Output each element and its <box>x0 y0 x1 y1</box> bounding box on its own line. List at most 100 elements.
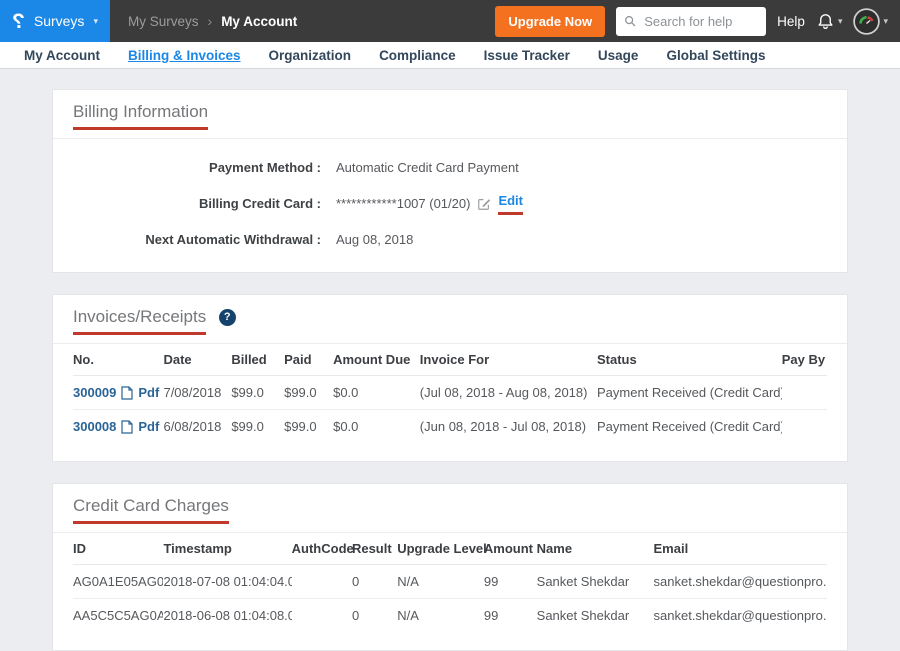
invoice-row: 300009 Pdf 7/08/2018 $99.0 $99.0 $0.0 (J… <box>73 376 827 410</box>
chevron-down-icon: ▾ <box>883 16 888 27</box>
breadcrumb-chevron-icon: › <box>208 13 213 29</box>
notifications-menu[interactable]: ▾ <box>816 12 843 31</box>
invoice-date: 7/08/2018 <box>163 376 231 410</box>
account-nav-tabs: My Account Billing & Invoices Organizati… <box>0 42 900 69</box>
charge-row: AG0A1E05AG0A 2018-07-08 01:04:04.0 0 N/A… <box>73 565 827 599</box>
breadcrumb-current: My Account <box>221 14 297 29</box>
charge-upgrade-level: N/A <box>397 599 484 633</box>
avatar <box>853 8 880 35</box>
next-withdrawal-label: Next Automatic Withdrawal : <box>73 232 321 248</box>
upgrade-now-button[interactable]: Upgrade Now <box>495 6 605 37</box>
col-date: Date <box>163 344 231 376</box>
col-paid: Paid <box>284 344 333 376</box>
invoice-billed: $99.0 <box>231 376 284 410</box>
charge-email: sanket.shekdar@questionpro.com <box>654 565 827 599</box>
col-email: Email <box>654 533 827 565</box>
tab-my-account[interactable]: My Account <box>10 48 114 63</box>
charge-amount: 99 <box>484 599 537 633</box>
credit-card-charges-card: Credit Card Charges ID Timestamp AuthCod… <box>52 483 848 651</box>
next-withdrawal-row: Next Automatic Withdrawal : Aug 08, 2018 <box>73 232 827 248</box>
col-billed: Billed <box>231 344 284 376</box>
charge-id: AA5C5C5AG0A <box>73 599 163 633</box>
invoice-number-link[interactable]: 300009 Pdf <box>73 385 159 400</box>
invoices-receipts-title: Invoices/Receipts <box>73 307 206 335</box>
search-icon <box>624 14 636 28</box>
col-no: No. <box>73 344 163 376</box>
header-bar: My Surveys › My Account Upgrade Now Help… <box>110 0 900 42</box>
invoices-table: No. Date Billed Paid Amount Due Invoice … <box>73 344 827 443</box>
col-status: Status <box>597 344 782 376</box>
tab-global-settings[interactable]: Global Settings <box>652 48 779 63</box>
pdf-link[interactable]: Pdf <box>138 419 159 434</box>
breadcrumb: My Surveys › My Account <box>128 13 297 29</box>
page-content: Billing Information Payment Method : Aut… <box>52 89 848 651</box>
tab-compliance[interactable]: Compliance <box>365 48 470 63</box>
tab-issue-tracker[interactable]: Issue Tracker <box>470 48 584 63</box>
invoice-pay-by <box>782 410 827 444</box>
billing-credit-card-value: ************1007 (01/20) <box>336 196 470 212</box>
breadcrumb-parent[interactable]: My Surveys <box>128 14 199 29</box>
invoices-header-row: No. Date Billed Paid Amount Due Invoice … <box>73 344 827 376</box>
help-link[interactable]: Help <box>777 14 805 29</box>
col-pay-by: Pay By <box>782 344 827 376</box>
product-menu-label: Surveys <box>34 13 85 29</box>
invoice-status: Payment Received (Credit Card) <box>597 410 782 444</box>
invoices-receipts-card: Invoices/Receipts ? No. Date Billed Paid… <box>52 294 848 462</box>
charge-row: AA5C5C5AG0A 2018-06-08 01:04:08.0 0 N/A … <box>73 599 827 633</box>
bell-icon <box>816 12 835 31</box>
top-header: ? Surveys ▾ My Surveys › My Account Upgr… <box>0 0 900 42</box>
charge-authcode <box>292 565 352 599</box>
chevron-down-icon: ▾ <box>838 16 843 27</box>
charge-email: sanket.shekdar@questionpro.com <box>654 599 827 633</box>
help-search[interactable] <box>616 7 766 36</box>
charge-authcode <box>292 599 352 633</box>
edit-card-link[interactable]: Edit <box>498 193 523 215</box>
help-icon[interactable]: ? <box>219 309 236 326</box>
invoice-date: 6/08/2018 <box>163 410 231 444</box>
col-id: ID <box>73 533 163 565</box>
next-withdrawal-value: Aug 08, 2018 <box>336 232 413 248</box>
invoice-amount-due: $0.0 <box>333 376 420 410</box>
credit-card-charges-title: Credit Card Charges <box>73 496 229 524</box>
charge-result: 0 <box>352 565 397 599</box>
charge-result: 0 <box>352 599 397 633</box>
col-authcode: AuthCode <box>292 533 352 565</box>
charge-name: Sanket Shekdar <box>537 599 654 633</box>
account-menu[interactable]: ▾ <box>853 8 888 35</box>
charge-timestamp: 2018-06-08 01:04:08.0 <box>163 599 291 633</box>
tab-organization[interactable]: Organization <box>255 48 366 63</box>
charges-header-row: ID Timestamp AuthCode Result Upgrade Lev… <box>73 533 827 565</box>
pdf-icon <box>121 420 133 434</box>
header-actions: Upgrade Now Help ▾ <box>495 6 888 37</box>
invoice-pay-by <box>782 376 827 410</box>
payment-method-label: Payment Method : <box>73 160 321 176</box>
invoice-status: Payment Received (Credit Card) <box>597 376 782 410</box>
col-amount-due: Amount Due <box>333 344 420 376</box>
edit-pencil-icon[interactable] <box>477 197 491 211</box>
billing-credit-card-row: Billing Credit Card : ************1007 (… <box>73 193 827 215</box>
tab-billing-invoices[interactable]: Billing & Invoices <box>114 48 255 63</box>
col-invoice-for: Invoice For <box>420 344 597 376</box>
col-timestamp: Timestamp <box>163 533 291 565</box>
questionpro-logo-icon: ? <box>12 11 25 32</box>
invoice-for: (Jul 08, 2018 - Aug 08, 2018) <box>420 376 597 410</box>
invoice-number-link[interactable]: 300008 Pdf <box>73 419 159 434</box>
charges-table: ID Timestamp AuthCode Result Upgrade Lev… <box>73 533 827 632</box>
charge-id: AG0A1E05AG0A <box>73 565 163 599</box>
payment-method-row: Payment Method : Automatic Credit Card P… <box>73 160 827 176</box>
tab-usage[interactable]: Usage <box>584 48 653 63</box>
billing-information-card: Billing Information Payment Method : Aut… <box>52 89 848 273</box>
chevron-down-icon: ▾ <box>93 17 98 26</box>
invoice-paid: $99.0 <box>284 376 333 410</box>
charge-amount: 99 <box>484 565 537 599</box>
charge-timestamp: 2018-07-08 01:04:04.0 <box>163 565 291 599</box>
payment-method-value: Automatic Credit Card Payment <box>336 160 519 176</box>
search-input[interactable] <box>642 13 758 30</box>
invoice-row: 300008 Pdf 6/08/2018 $99.0 $99.0 $0.0 (J… <box>73 410 827 444</box>
product-menu[interactable]: ? Surveys ▾ <box>0 0 110 42</box>
charge-upgrade-level: N/A <box>397 565 484 599</box>
col-amount: Amount <box>484 533 537 565</box>
pdf-link[interactable]: Pdf <box>138 385 159 400</box>
billing-information-title: Billing Information <box>73 102 208 130</box>
invoice-amount-due: $0.0 <box>333 410 420 444</box>
